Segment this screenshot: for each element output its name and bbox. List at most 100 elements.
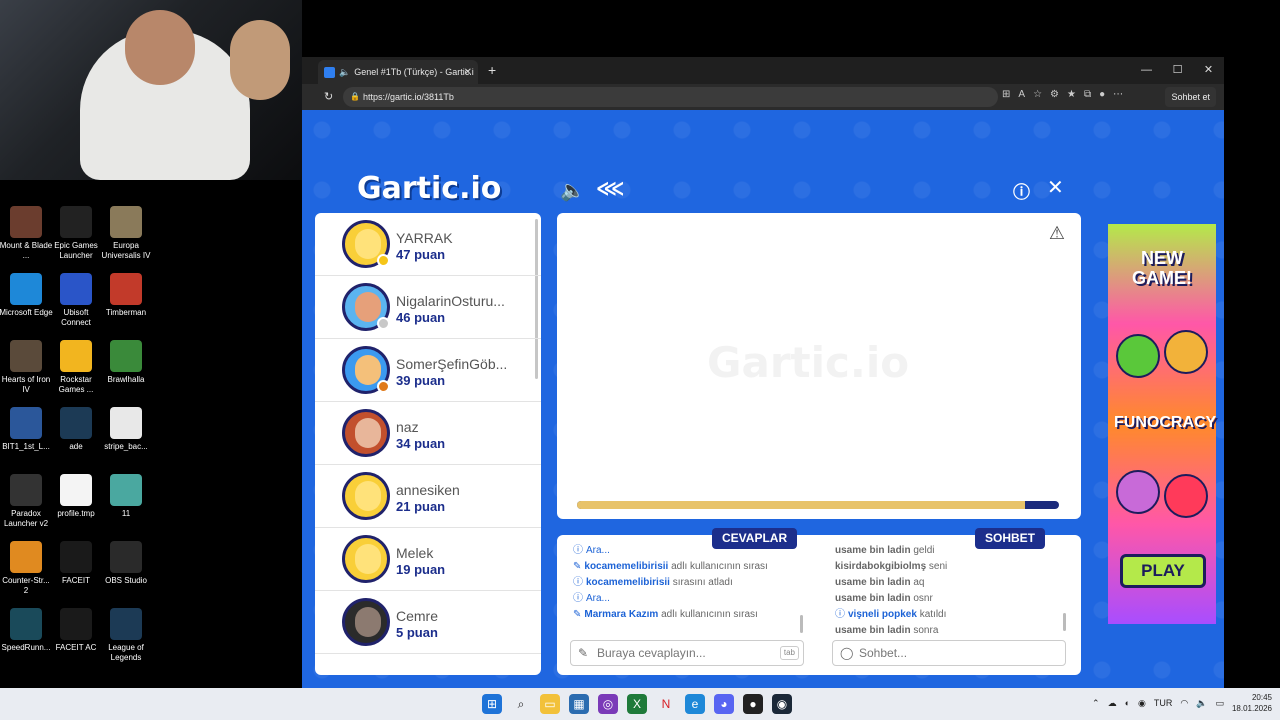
message-text: geldi (913, 545, 935, 556)
close-room-icon[interactable]: ✕ (1047, 175, 1064, 200)
sound-icon[interactable]: 🔈 (560, 178, 585, 203)
desktop-icon[interactable]: Brawlhalla (99, 340, 153, 385)
message-user: kisirdabokgibiolmş (835, 561, 927, 572)
canvas-watermark: Gartic.io (707, 338, 910, 387)
player-row[interactable]: Cemre 5 puan (315, 591, 541, 654)
desktop-icon[interactable]: Timberman (99, 273, 153, 318)
ad-banner[interactable]: NEW GAME! FUNOCRACY PLAY (1108, 224, 1216, 624)
chat-input[interactable]: ◯ Sohbet... (832, 640, 1066, 666)
desktop-icon-label: ade (69, 442, 83, 451)
player-row[interactable]: annesiken 21 puan (315, 465, 541, 528)
collections-icon[interactable]: ⧉ (1084, 89, 1091, 100)
tray-overflow-icon[interactable]: ⌃ (1092, 698, 1100, 709)
answers-label: CEVAPLAR (712, 528, 798, 549)
answer-input[interactable]: ✎ Buraya cevaplayın... tab (570, 640, 804, 666)
answers-scrollbar[interactable] (800, 615, 803, 633)
report-warning-icon[interactable]: ⚠ (1049, 223, 1065, 244)
minimize-button[interactable]: — (1131, 57, 1162, 84)
player-row[interactable]: SomerŞefinGöb... 39 puan (315, 339, 541, 402)
volume-icon[interactable]: 🔈 (1196, 698, 1207, 709)
xbox-icon[interactable]: X (627, 694, 647, 714)
avatar (342, 409, 390, 457)
desktop-icon[interactable]: OBS Studio (99, 541, 153, 586)
message-text: sırasını atladı (672, 577, 733, 588)
desktop-icon[interactable]: profile.tmp (49, 474, 103, 519)
player-row[interactable]: Melek 19 puan (315, 528, 541, 591)
read-aloud-icon[interactable]: A (1018, 89, 1025, 100)
ubisoft-icon (60, 273, 92, 305)
close-tab-icon[interactable]: ✕ (464, 67, 472, 78)
word-icon (10, 407, 42, 439)
new-tab-button[interactable]: + (488, 62, 496, 78)
message-line: ⓘ Ara... (573, 591, 803, 607)
more-menu-icon[interactable]: ⋯ (1113, 89, 1123, 100)
desktop-icon[interactable]: Counter-Str... 2 (0, 541, 53, 596)
favorite-star-icon[interactable]: ☆ (1033, 89, 1042, 100)
player-row[interactable]: NigalarinOsturu... 46 puan (315, 276, 541, 339)
close-window-button[interactable]: ✕ (1193, 57, 1224, 84)
netflix-icon[interactable]: N (656, 694, 676, 714)
info-icon[interactable]: ⓘ (1013, 178, 1030, 203)
desktop-icon[interactable]: FACEIT AC (49, 608, 103, 653)
desktop-icon[interactable]: Rockstar Games ... (49, 340, 103, 395)
desktop-icon[interactable]: Hearts of Iron IV (0, 340, 53, 395)
favorites-icon[interactable]: ★ (1067, 89, 1076, 100)
wifi-icon[interactable]: ◠ (1180, 698, 1188, 709)
discord-icon[interactable]: ◕ (714, 694, 734, 714)
answers-panel: ⓘ Ara... ✎ kocamemelibirisii adlı kullanıcı… (557, 535, 1081, 675)
proton-icon[interactable]: ◎ (598, 694, 618, 714)
steam-tray-icon[interactable]: ◉ (1138, 698, 1146, 709)
desktop-icon-label: Europa Universalis IV (101, 241, 151, 260)
gartic-logo: Gartic.io (357, 171, 502, 206)
message-text: adlı kullanıcının sırası (671, 561, 768, 572)
site-info-icon[interactable]: 🔒 (350, 87, 360, 107)
maximize-button[interactable]: ☐ (1162, 57, 1193, 84)
desktop-icon-label: 11 (121, 509, 131, 518)
desktop-icon[interactable]: League of Legends (99, 608, 153, 663)
obs-taskbar-icon[interactable]: ● (743, 694, 763, 714)
windows-taskbar: ⊞ ⌕ ▭ ▦ ◎ X N e ◕ ● ◉ ⌃ ☁ ◐ ◉ TUR ◠ 🔈 ▭ … (0, 688, 1280, 720)
cs2-icon (10, 541, 42, 573)
language-indicator[interactable]: TUR (1154, 698, 1173, 708)
address-bar[interactable]: 🔒 https://gartic.io/3811Tb (343, 87, 998, 107)
drawing-canvas[interactable]: Gartic.io ⚠ (557, 213, 1081, 519)
store-icon[interactable]: ▦ (569, 694, 589, 714)
desktop-icon[interactable]: stripe_bac... (99, 407, 153, 452)
player-row[interactable]: naz 34 puan (315, 402, 541, 465)
browser-tab[interactable]: 🔈 Genel #1Tb (Türkçe) - Gartic.i ✕ (318, 60, 478, 84)
desktop-icon[interactable]: FACEIT (49, 541, 103, 586)
player-row[interactable]: YARRAK 47 puan (315, 213, 541, 276)
file-explorer-icon[interactable]: ▭ (540, 694, 560, 714)
desktop-icon[interactable]: Europa Universalis IV (99, 206, 153, 261)
desktop-icon[interactable]: Microsoft Edge (0, 273, 53, 318)
desktop-icon[interactable]: ade (49, 407, 103, 452)
message-line: ⓘ vişneli popkek katıldı (835, 607, 1065, 623)
search-icon[interactable]: ⌕ (511, 694, 531, 714)
desktop-icon[interactable]: SpeedRunn... (0, 608, 53, 653)
desktop-icon[interactable]: Mount & Blade ... (0, 206, 53, 261)
app-available-icon[interactable]: ⊞ (1002, 89, 1010, 100)
extensions-icon[interactable]: ⚙ (1050, 89, 1059, 100)
share-icon[interactable]: ⋘ (596, 176, 624, 201)
clock[interactable]: 20:45 18.01.2026 (1232, 692, 1272, 714)
desktop-icon[interactable]: 11 (99, 474, 153, 519)
edge-taskbar-icon[interactable]: e (685, 694, 705, 714)
security-icon[interactable]: ◐ (1125, 698, 1130, 708)
desktop-icon-label: Microsoft Edge (0, 308, 53, 317)
onedrive-icon[interactable]: ☁ (1108, 698, 1117, 709)
steam-icon[interactable]: ◉ (772, 694, 792, 714)
desktop-icon[interactable]: Epic Games Launcher (49, 206, 103, 261)
desktop-icon[interactable]: BIT1_1st_L... (0, 407, 53, 452)
chat-scrollbar[interactable] (1063, 613, 1066, 631)
ad-play-button[interactable]: PLAY (1120, 554, 1206, 588)
battery-icon[interactable]: ▭ (1215, 698, 1224, 709)
copilot-button[interactable]: Sohbet et (1165, 87, 1216, 107)
paradox-icon (10, 474, 42, 506)
desktop-icon-label: Timberman (105, 308, 147, 317)
reload-icon[interactable]: ↻ (324, 90, 333, 103)
start-icon[interactable]: ⊞ (482, 694, 502, 714)
speaker-icon[interactable]: 🔈 (339, 67, 350, 78)
desktop-icon[interactable]: Ubisoft Connect (49, 273, 103, 328)
desktop-icon[interactable]: Paradox Launcher v2 (0, 474, 53, 529)
profile-icon[interactable]: ● (1099, 89, 1105, 100)
